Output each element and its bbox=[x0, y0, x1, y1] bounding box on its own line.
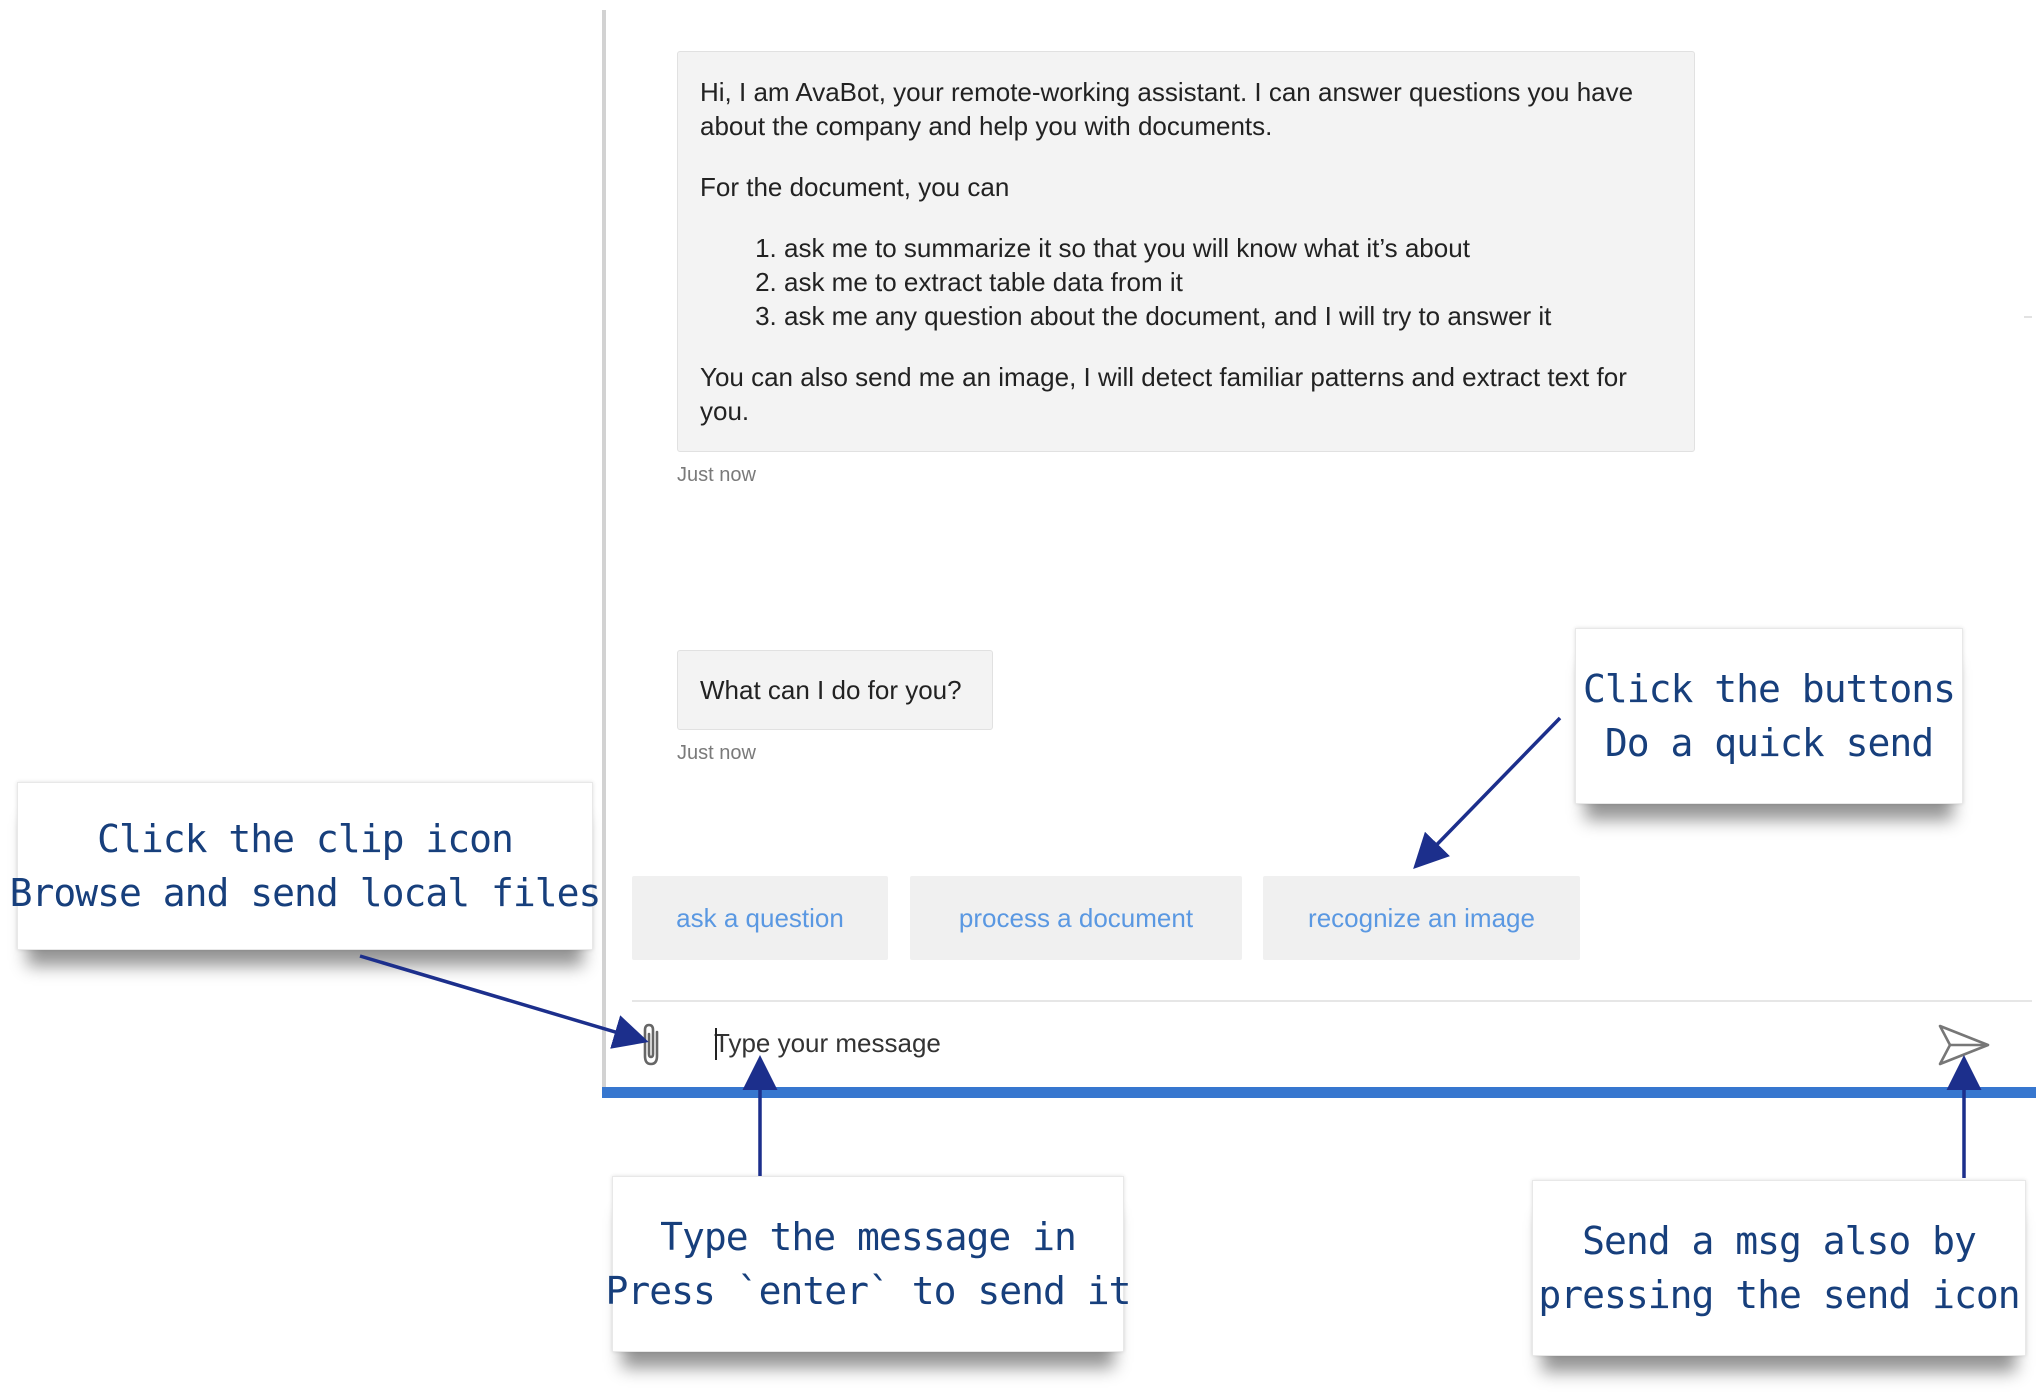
arrow-to-clip-icon bbox=[359, 954, 649, 1049]
message-timestamp: Just now bbox=[677, 464, 756, 486]
document-option: ask me any question about the document, … bbox=[784, 299, 1670, 333]
send-icon[interactable] bbox=[1936, 1020, 1992, 1070]
callout-line: Send a msg also by bbox=[1582, 1219, 1977, 1263]
callout-line: Type the message in bbox=[660, 1215, 1077, 1259]
message-composer bbox=[606, 1002, 2034, 1088]
message-timestamp: Just now bbox=[677, 742, 756, 764]
quick-reply-recognize-image-button[interactable]: recognize an image bbox=[1263, 876, 1580, 960]
text-caret bbox=[715, 1028, 717, 1060]
callout-line: Press `enter` to send it bbox=[605, 1269, 1131, 1313]
message-input[interactable] bbox=[714, 1020, 1714, 1066]
bot-message-welcome: Hi, I am AvaBot, your remote-working ass… bbox=[677, 51, 1695, 452]
callout-clip-icon: Click the clip icon Browse and send loca… bbox=[10, 782, 601, 950]
chat-panel-left-border bbox=[602, 10, 606, 1092]
callout-type-message: Type the message in Press `enter` to sen… bbox=[605, 1176, 1132, 1352]
composer-accent-bar bbox=[602, 1087, 2036, 1098]
bot-message-question: What can I do for you? bbox=[677, 650, 993, 730]
callout-line: Click the clip icon bbox=[97, 817, 514, 861]
welcome-document-heading: For the document, you can bbox=[700, 172, 1010, 202]
document-options-list: ask me to summarize it so that you will … bbox=[700, 231, 1670, 333]
welcome-image-note: You can also send me an image, I will de… bbox=[700, 362, 1627, 426]
quick-reply-ask-question-button[interactable]: ask a question bbox=[632, 876, 888, 960]
question-text: What can I do for you? bbox=[700, 675, 962, 705]
callout-line: Browse and send local files bbox=[9, 871, 602, 915]
paperclip-icon[interactable] bbox=[634, 1022, 670, 1068]
scrollbar-hint bbox=[2024, 316, 2032, 318]
callout-send-icon: Send a msg also by pressing the send ico… bbox=[1532, 1180, 2026, 1356]
callout-line: Do a quick send bbox=[1604, 721, 1934, 765]
callout-quick-buttons: Click the buttons Do a quick send bbox=[1575, 628, 1963, 804]
callout-line: pressing the send icon bbox=[1538, 1273, 2020, 1317]
document-option: ask me to summarize it so that you will … bbox=[784, 231, 1670, 265]
callout-line: Click the buttons bbox=[1583, 667, 1956, 711]
welcome-intro-text: Hi, I am AvaBot, your remote-working ass… bbox=[700, 77, 1634, 141]
document-option: ask me to extract table data from it bbox=[784, 265, 1670, 299]
tutorial-screenshot: Hi, I am AvaBot, your remote-working ass… bbox=[0, 0, 2040, 1394]
quick-reply-process-document-button[interactable]: process a document bbox=[910, 876, 1242, 960]
